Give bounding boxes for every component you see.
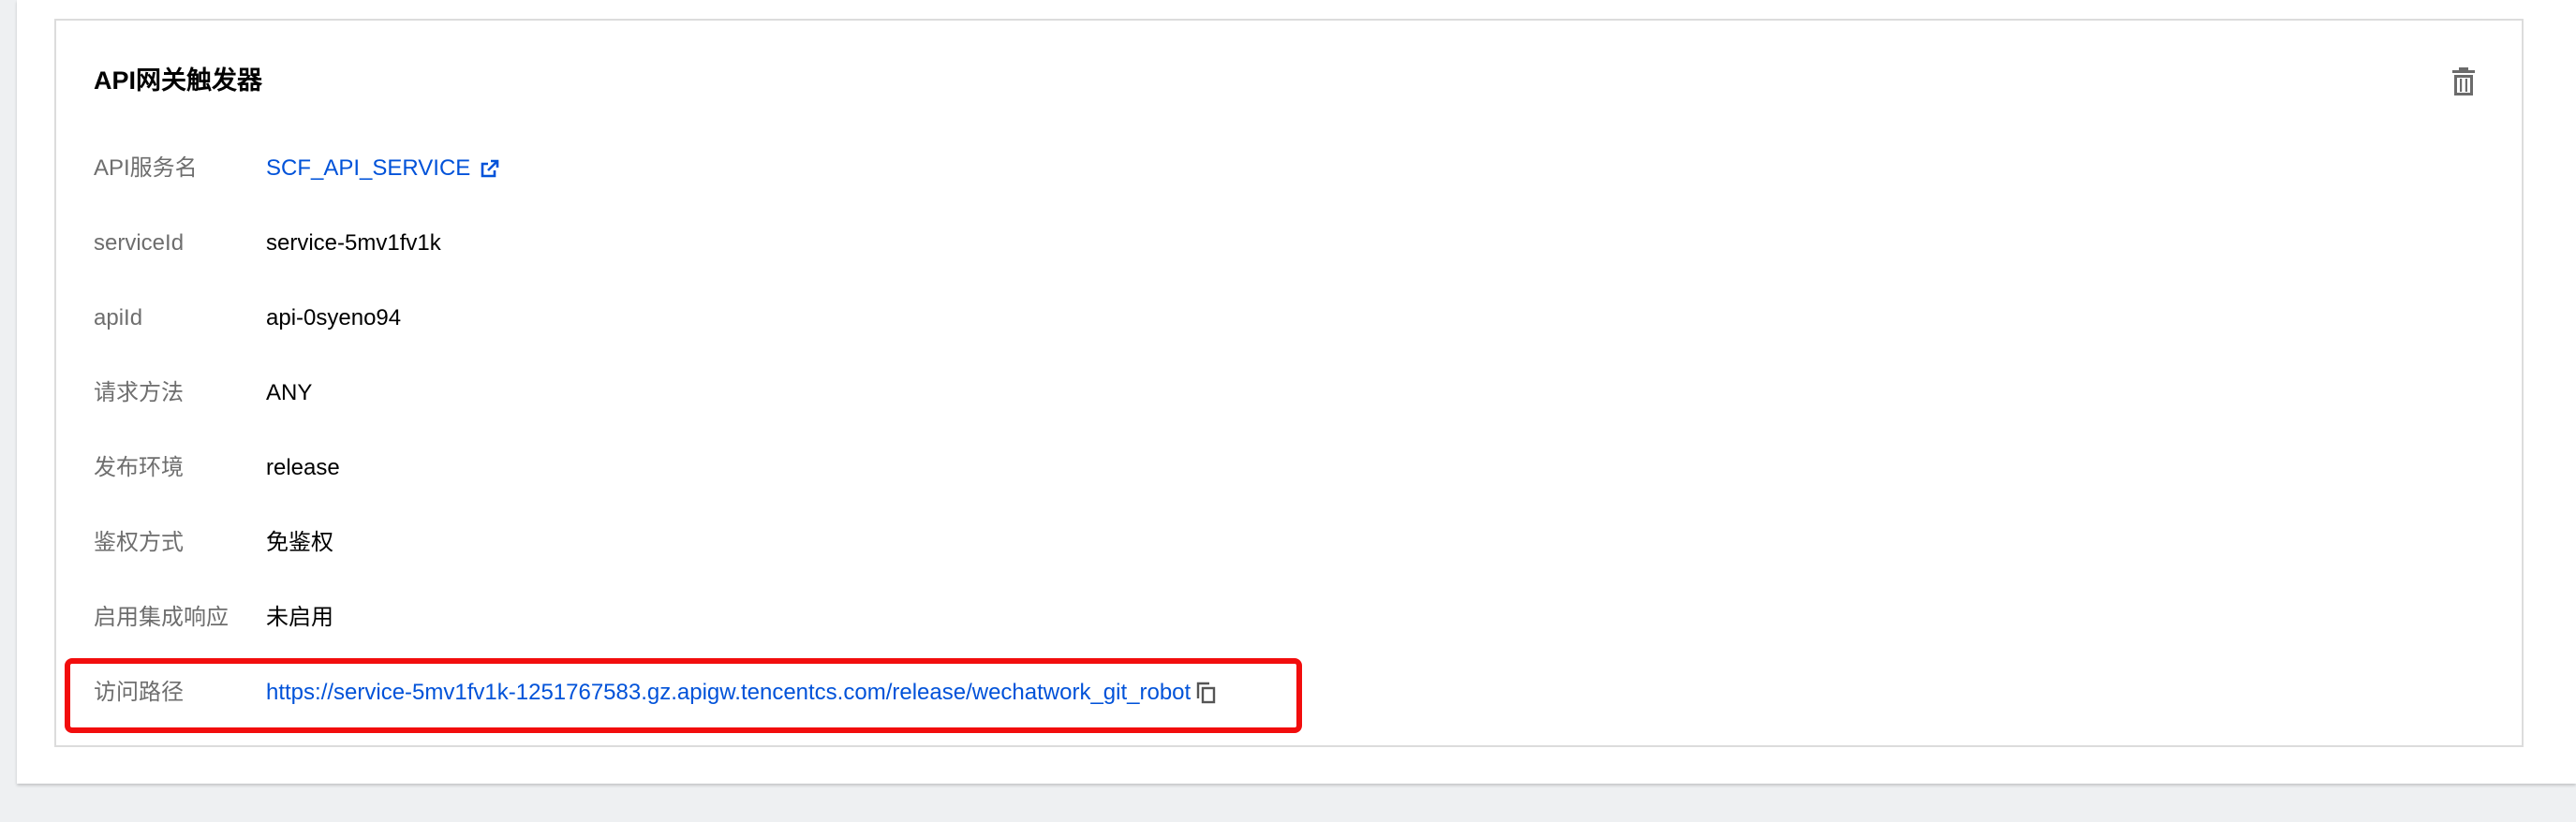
field-row-auth-method: 鉴权方式 免鉴权	[94, 524, 2342, 562]
field-label-auth-method: 鉴权方式	[94, 530, 184, 555]
field-label-api-service-name: API服务名	[94, 155, 198, 181]
field-label-request-method: 请求方法	[94, 380, 184, 405]
field-row-api-id: apiId api-0syeno94	[94, 300, 2342, 337]
external-link-icon[interactable]	[480, 158, 500, 179]
field-row-integration-response: 启用集成响应 未启用	[94, 599, 2342, 637]
field-row-access-path: 访问路径 https://service-5mv1fv1k-1251767583…	[94, 674, 2342, 712]
field-value-release-env: release	[266, 455, 340, 480]
field-row-api-service-name: API服务名 SCF_API_SERVICE	[94, 150, 2342, 187]
field-row-service-id: serviceId service-5mv1fv1k	[94, 225, 2342, 262]
copy-icon[interactable]	[1194, 681, 1217, 705]
field-value-auth-method: 免鉴权	[266, 530, 333, 555]
field-label-service-id: serviceId	[94, 230, 185, 256]
field-row-request-method: 请求方法 ANY	[94, 374, 2342, 412]
field-label-api-id: apiId	[94, 305, 143, 330]
field-value-access-path: https://service-5mv1fv1k-1251767583.gz.a…	[266, 674, 1217, 712]
field-value-api-id: api-0syeno94	[266, 305, 402, 330]
field-value-api-service-name: SCF_API_SERVICE	[266, 150, 500, 187]
access-path-link[interactable]: https://service-5mv1fv1k-1251767583.gz.a…	[266, 674, 1191, 712]
trash-icon	[2445, 64, 2482, 101]
field-label-access-path: 访问路径	[94, 680, 184, 705]
field-value-service-id: service-5mv1fv1k	[266, 230, 441, 256]
field-label-integration-response: 启用集成响应	[94, 605, 229, 630]
delete-trigger-button[interactable]	[2445, 64, 2482, 101]
card-title: API网关触发器	[94, 66, 263, 95]
field-row-release-env: 发布环境 release	[94, 449, 2342, 487]
field-value-request-method: ANY	[266, 380, 313, 405]
api-service-link[interactable]: SCF_API_SERVICE	[266, 150, 470, 187]
field-value-integration-response: 未启用	[266, 605, 333, 630]
field-label-release-env: 发布环境	[94, 455, 184, 480]
